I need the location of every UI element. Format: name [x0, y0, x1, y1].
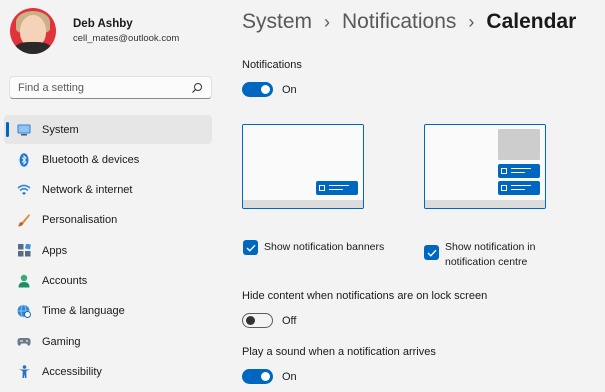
- sound-toggle[interactable]: [242, 369, 273, 384]
- sidebar-item-accessibility[interactable]: Accessibility: [4, 357, 212, 386]
- sidebar-item-label: System: [42, 123, 79, 136]
- sidebar-item-label: Network & internet: [42, 184, 133, 197]
- show-centre-label: Show notification in notification centre: [445, 241, 536, 268]
- wifi-icon: [17, 183, 31, 197]
- avatar: [10, 8, 56, 54]
- search-box[interactable]: [9, 76, 212, 99]
- breadcrumb-notifications[interactable]: Notifications: [342, 10, 456, 34]
- chevron-right-icon: ›: [324, 11, 331, 32]
- sidebar-item-network[interactable]: Network & internet: [4, 176, 212, 205]
- sidebar-item-label: Personalisation: [42, 214, 118, 227]
- banner-preview-image: [242, 124, 364, 209]
- sidebar-item-accounts[interactable]: Accounts: [4, 266, 212, 295]
- lock-screen-toggle-row: Off: [242, 313, 296, 328]
- breadcrumb-system[interactable]: System: [242, 10, 312, 34]
- profile-name: Deb Ashby: [73, 18, 133, 30]
- lock-screen-label: Hide content when notifications are on l…: [242, 290, 488, 302]
- sidebar-item-label: Bluetooth & devices: [42, 153, 140, 166]
- monitor-icon: [17, 123, 31, 137]
- profile-email: cell_mates@outlook.com: [73, 33, 180, 44]
- notifications-toggle[interactable]: [242, 82, 273, 97]
- sidebar-item-apps[interactable]: Apps: [4, 236, 212, 265]
- search-icon[interactable]: [191, 82, 203, 94]
- show-banners-checkbox[interactable]: [243, 240, 258, 255]
- breadcrumb: System › Notifications › Calendar: [242, 10, 576, 34]
- page-title: Calendar: [486, 10, 577, 33]
- sidebar-item-bluetooth[interactable]: Bluetooth & devices: [4, 145, 212, 174]
- notifications-state: On: [282, 83, 297, 96]
- sidebar-item-label: Time & language: [42, 305, 125, 318]
- accessibility-icon: [17, 365, 31, 379]
- person-icon: [17, 274, 31, 288]
- show-banners-label: Show notification banners: [264, 241, 385, 253]
- user-profile[interactable]: Deb Ashby cell_mates@outlook.com: [10, 8, 179, 54]
- sound-toggle-row: On: [242, 369, 297, 384]
- sidebar-item-time-language[interactable]: Time & language: [4, 297, 212, 326]
- notification-centre-preview-image: [424, 124, 546, 209]
- sound-label: Play a sound when a notification arrives: [242, 346, 436, 358]
- notifications-label: Notifications: [242, 59, 302, 71]
- sound-state: On: [282, 370, 297, 383]
- show-centre-row: Show notification in notification centre: [424, 240, 574, 270]
- show-banners-row: Show notification banners: [243, 240, 384, 255]
- apps-icon: [17, 244, 31, 258]
- sidebar-item-label: Accounts: [42, 274, 88, 287]
- search-input[interactable]: [18, 81, 191, 94]
- checkmark-icon: [246, 244, 256, 252]
- notifications-toggle-row: On: [242, 82, 297, 97]
- bluetooth-icon: [17, 152, 31, 167]
- lock-screen-toggle[interactable]: [242, 313, 273, 328]
- globe-clock-icon: [17, 304, 31, 319]
- sidebar-nav: System Bluetooth & devices Network & int…: [4, 115, 212, 388]
- sidebar-item-label: Accessibility: [42, 365, 102, 378]
- sidebar-item-system[interactable]: System: [4, 115, 212, 144]
- brush-icon: [17, 213, 31, 227]
- checkmark-icon: [427, 249, 437, 257]
- sidebar-item-personalisation[interactable]: Personalisation: [4, 206, 212, 235]
- chevron-right-icon: ›: [468, 11, 475, 32]
- show-centre-checkbox[interactable]: [424, 245, 439, 260]
- sidebar-item-label: Apps: [42, 244, 68, 257]
- sidebar-item-label: Gaming: [42, 335, 81, 348]
- lock-screen-state: Off: [282, 314, 297, 327]
- sidebar-item-gaming[interactable]: Gaming: [4, 327, 212, 356]
- gamepad-icon: [17, 335, 31, 349]
